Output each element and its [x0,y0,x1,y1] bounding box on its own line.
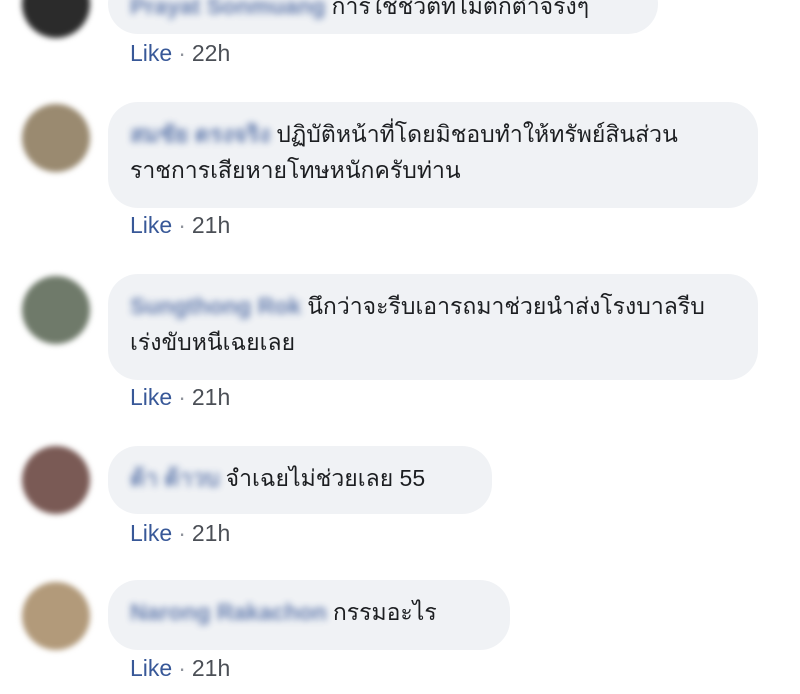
comment-author[interactable]: ต้า ต้าวบ [130,465,220,491]
like-button[interactable]: Like [130,384,172,410]
separator-dot: · [178,40,186,66]
comment-actions: Like · 21h [130,212,230,239]
comment-bubble: สมชัย ตรงจริง ปฏิบัติหน้าที่โดยมิชอบทำให้… [108,102,758,208]
like-button[interactable]: Like [130,40,172,66]
comment-time[interactable]: 21h [192,212,230,238]
like-button[interactable]: Like [130,520,172,546]
comment-actions: Like · 21h [130,655,230,682]
comment-actions: Like · 21h [130,520,230,547]
comment-author[interactable]: สมชัย ตรงจริง [130,121,270,147]
comment-text: กรรมอะไร [332,599,437,625]
separator-dot: · [178,520,186,546]
comment-author[interactable]: Narong Rakachon [130,599,327,625]
comment-time[interactable]: 21h [192,384,230,410]
comment-text: การใช้ชีวิตที่ไม่ตกต่ำจริงๆ [331,0,590,19]
comment-bubble: Narong Rakachon กรรมอะไร [108,580,510,650]
avatar[interactable] [22,0,90,38]
separator-dot: · [178,212,186,238]
avatar[interactable] [22,582,90,650]
like-button[interactable]: Like [130,212,172,238]
like-button[interactable]: Like [130,655,172,681]
comment-author[interactable]: Prayat Sonmuang [130,0,326,19]
comment-actions: Like · 21h [130,384,230,411]
comment-bubble: Prayat Sonmuang การใช้ชีวิตที่ไม่ตกต่ำจริ… [108,0,658,34]
comment-bubble: Sungthong Rok นึกว่าจะรีบเอารถมาช่วยนำส่ง… [108,274,758,380]
comment-time[interactable]: 21h [192,520,230,546]
separator-dot: · [178,384,186,410]
comment-actions: Like · 22h [130,40,230,67]
comment-time[interactable]: 22h [192,40,230,66]
comment-bubble: ต้า ต้าวบ จำเฉยไม่ช่วยเลย 55 [108,446,492,514]
comment-author[interactable]: Sungthong Rok [130,293,301,319]
avatar[interactable] [22,104,90,172]
separator-dot: · [178,655,186,681]
comment-time[interactable]: 21h [192,655,230,681]
avatar[interactable] [22,446,90,514]
avatar[interactable] [22,276,90,344]
comment-text: จำเฉยไม่ช่วยเลย 55 [225,465,426,491]
